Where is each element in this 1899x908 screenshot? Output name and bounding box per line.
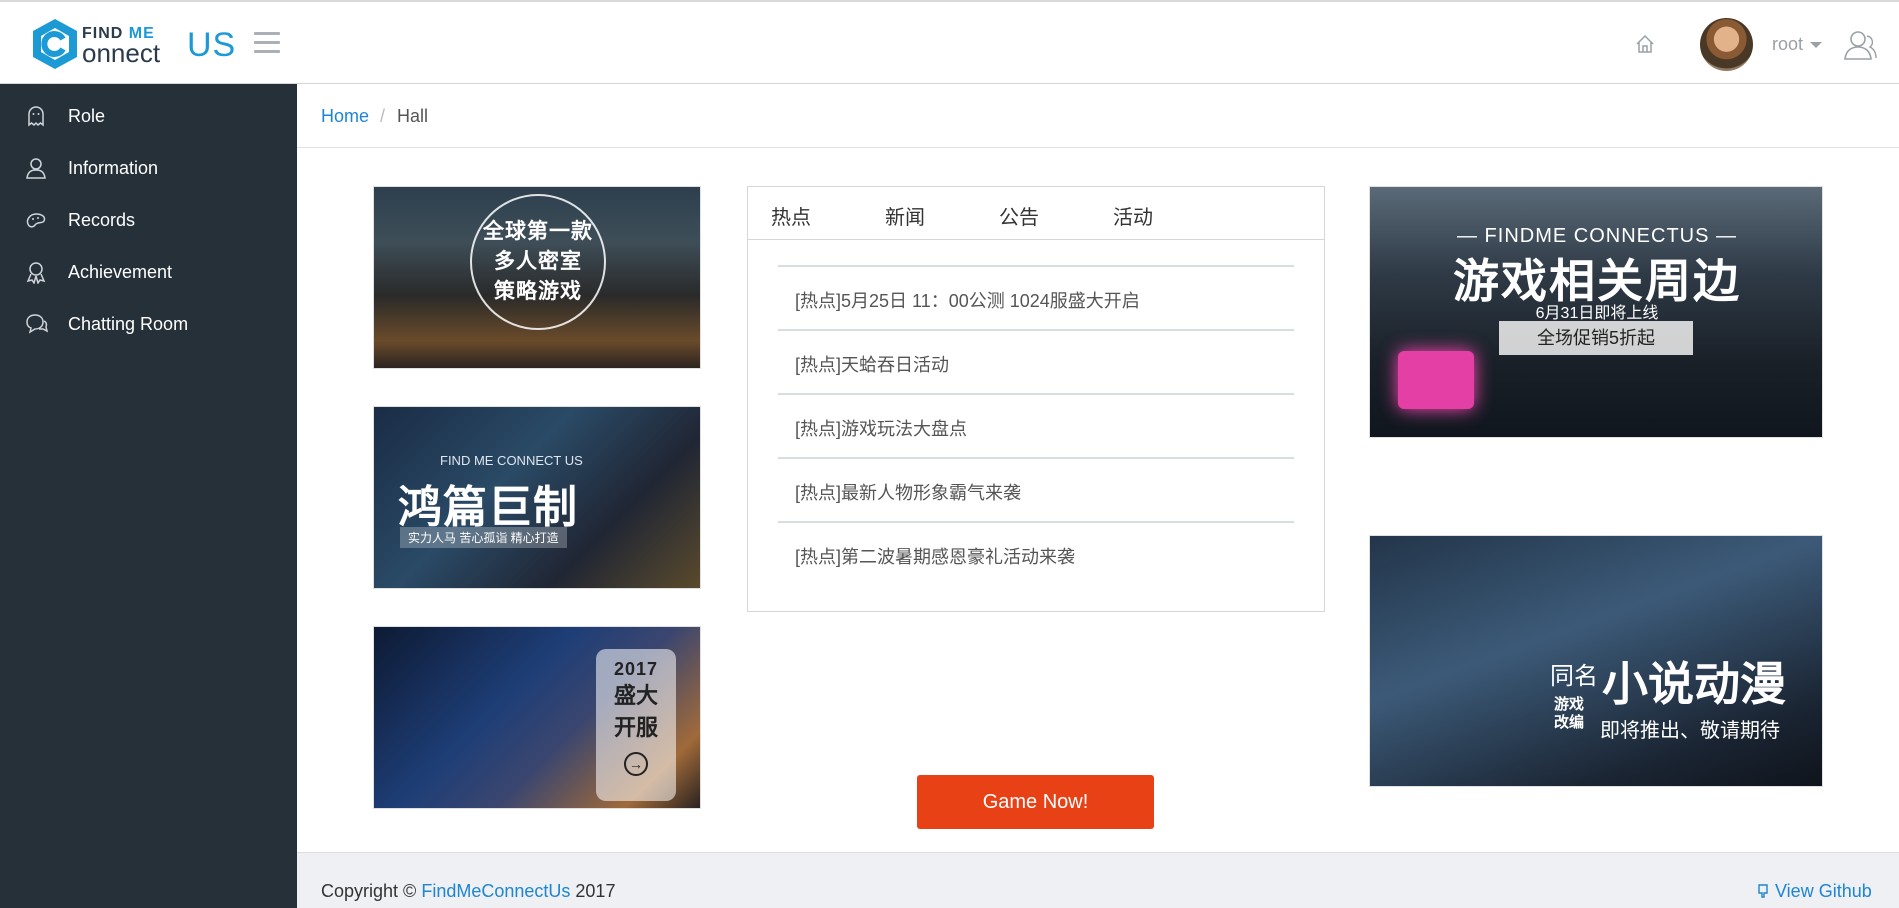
banner-en-text: FIND ME CONNECT US bbox=[440, 453, 583, 468]
user-icon bbox=[26, 158, 46, 179]
tab-hot[interactable]: 热点 bbox=[771, 201, 811, 230]
banner-grand-opening[interactable]: 2017 盛大 开服 → bbox=[373, 626, 701, 809]
home-icon[interactable] bbox=[1634, 33, 1656, 55]
banner-side-text: 游戏改编 bbox=[1554, 696, 1585, 731]
chat-icon bbox=[26, 314, 48, 334]
user-icon[interactable] bbox=[1843, 28, 1877, 62]
sidebar-item-information[interactable]: Information bbox=[0, 142, 297, 194]
banner-date: 6月31日即将上线 bbox=[1535, 305, 1659, 322]
list-item[interactable]: [热点]5月25日 11：00公测 1024服盛大开启 bbox=[778, 265, 1294, 329]
breadcrumb-separator: / bbox=[380, 106, 386, 126]
banner-title: 小说动漫 bbox=[1602, 658, 1786, 710]
breadcrumb: Home / Hall bbox=[297, 84, 1899, 148]
top-header: FIND ME onnect US root bbox=[0, 0, 1899, 84]
hamburger-icon[interactable] bbox=[254, 32, 280, 56]
copyright-text: Copyright © FindMeConnectUs 2017 bbox=[321, 881, 616, 901]
banner-card: 2017 盛大 开服 → bbox=[596, 649, 676, 801]
sidebar-item-label: Role bbox=[68, 105, 106, 126]
banner-novel-anime[interactable]: 同名 小说动漫 游戏改编 即将推出、敬请期待 bbox=[1369, 535, 1823, 787]
banner-circle-text: 全球第一款 多人密室 策略游戏 bbox=[470, 194, 606, 330]
banner-subtitle: 即将推出、敬请期待 bbox=[1600, 720, 1780, 742]
gamepad-icon bbox=[26, 213, 46, 228]
award-icon bbox=[26, 262, 46, 284]
github-icon bbox=[1758, 884, 1768, 898]
footer: Copyright © FindMeConnectUs 2017 View Gi… bbox=[297, 852, 1899, 908]
news-tabs: 热点 新闻 公告 活动 bbox=[748, 187, 1324, 240]
logo-us: US bbox=[187, 26, 237, 64]
sidebar-item-chatting-room[interactable]: Chatting Room bbox=[0, 298, 297, 350]
logo[interactable]: FIND ME onnect US bbox=[32, 18, 235, 70]
brand-link[interactable]: FindMeConnectUs bbox=[421, 881, 570, 901]
tab-news[interactable]: 新闻 bbox=[885, 201, 925, 230]
banner-epic-production[interactable]: FIND ME CONNECT US 鸿篇巨制 实力人马 苦心孤诣 精心打造 bbox=[373, 406, 701, 589]
logo-hexagon-icon bbox=[33, 19, 77, 69]
sidebar: Role Information Records Achievement Cha… bbox=[0, 84, 297, 908]
sidebar-item-label: Chatting Room bbox=[68, 313, 189, 334]
arrow-right-icon[interactable]: → bbox=[624, 752, 648, 776]
tab-announcement[interactable]: 公告 bbox=[999, 201, 1039, 230]
list-item[interactable]: [热点]游戏玩法大盘点 bbox=[778, 393, 1294, 457]
banner-tagline: 实力人马 苦心孤诣 精心打造 bbox=[400, 527, 567, 548]
banner-merchandise[interactable]: — FINDME CONNECTUS — 游戏相关周边 6月31日即将上线 全场… bbox=[1369, 186, 1823, 438]
logo-connect: onnect bbox=[82, 38, 161, 68]
tab-events[interactable]: 活动 bbox=[1113, 201, 1153, 230]
sidebar-item-role[interactable]: Role bbox=[0, 90, 297, 142]
sidebar-item-records[interactable]: Records bbox=[0, 194, 297, 246]
banner-prefix: 同名 bbox=[1550, 663, 1598, 690]
news-panel: 热点 新闻 公告 活动 [热点]5月25日 11：00公测 1024服盛大开启 … bbox=[747, 186, 1325, 612]
neon-sign bbox=[1398, 351, 1474, 409]
sidebar-item-label: Records bbox=[68, 209, 136, 230]
sidebar-item-label: Information bbox=[68, 157, 159, 178]
view-github-link[interactable]: View Github bbox=[1755, 881, 1872, 902]
chevron-down-icon[interactable] bbox=[1810, 42, 1822, 48]
breadcrumb-home-link[interactable]: Home bbox=[321, 106, 369, 127]
list-item[interactable]: [热点]第二波暑期感恩豪礼活动来袭 bbox=[778, 521, 1294, 585]
sidebar-item-label: Achievement bbox=[68, 261, 173, 282]
banner-title: 鸿篇巨制 bbox=[398, 483, 578, 532]
breadcrumb-current: Hall bbox=[397, 106, 429, 126]
user-name[interactable]: root bbox=[1772, 34, 1803, 55]
game-now-button[interactable]: Game Now! bbox=[917, 775, 1154, 829]
banner-promo: 全场促销5折起 bbox=[1499, 321, 1693, 355]
banner-strategy-game[interactable]: 全球第一款 多人密室 策略游戏 bbox=[373, 186, 701, 369]
list-item[interactable]: [热点]最新人物形象霸气来袭 bbox=[778, 457, 1294, 521]
news-list: [热点]5月25日 11：00公测 1024服盛大开启 [热点]天蛤吞日活动 [… bbox=[778, 265, 1294, 585]
list-item[interactable]: [热点]天蛤吞日活动 bbox=[778, 329, 1294, 393]
avatar[interactable] bbox=[1700, 18, 1753, 71]
sidebar-item-achievement[interactable]: Achievement bbox=[0, 246, 297, 298]
ghost-icon bbox=[28, 106, 44, 127]
